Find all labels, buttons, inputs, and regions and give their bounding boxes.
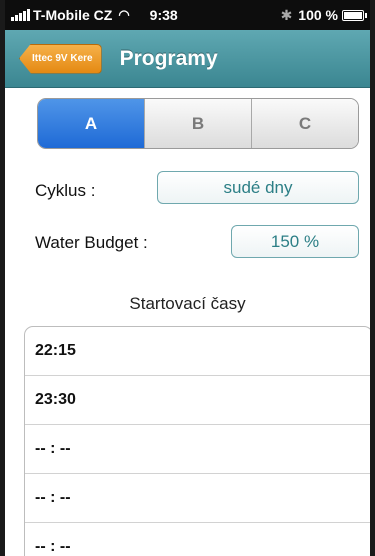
signal-icon bbox=[11, 9, 30, 21]
program-segmented-control: A B C bbox=[37, 98, 359, 149]
segment-c[interactable]: C bbox=[251, 99, 358, 148]
status-time: 9:38 bbox=[149, 7, 178, 23]
bluetooth-icon: ✱ bbox=[280, 6, 293, 23]
water-budget-label: Water Budget : bbox=[35, 233, 148, 252]
start-time-row-3[interactable]: -- : -- bbox=[25, 425, 370, 474]
segment-b[interactable]: B bbox=[144, 99, 251, 148]
battery-percent: 100 % bbox=[298, 7, 338, 23]
cycle-field[interactable]: sudé dny bbox=[157, 171, 359, 204]
start-time-row-1[interactable]: 22:15 bbox=[25, 327, 370, 376]
phone-screen: T-Mobile CZ ◠ 9:38 ✱ 100 % Ittec 9V Kere… bbox=[0, 0, 375, 556]
cycle-label: Cyklus : bbox=[35, 181, 96, 200]
start-time-row-2[interactable]: 23:30 bbox=[25, 376, 370, 425]
navigation-bar: Ittec 9V Kere Programy bbox=[5, 30, 370, 88]
start-time-row-5[interactable]: -- : -- bbox=[25, 523, 370, 556]
start-time-row-4[interactable]: -- : -- bbox=[25, 474, 370, 523]
back-button[interactable]: Ittec 9V Kere bbox=[19, 43, 102, 74]
status-bar: T-Mobile CZ ◠ 9:38 ✱ 100 % bbox=[5, 0, 370, 30]
wifi-icon: ◠ bbox=[118, 7, 130, 22]
start-times-list: 22:15 23:30 -- : -- -- : -- -- : -- bbox=[24, 326, 370, 556]
water-budget-field[interactable]: 150 % bbox=[231, 225, 359, 258]
battery-icon bbox=[342, 9, 367, 21]
carrier-name: T-Mobile CZ bbox=[33, 7, 113, 23]
segment-a[interactable]: A bbox=[38, 99, 144, 148]
page-title: Programy bbox=[119, 46, 218, 70]
start-times-title: Startovací časy bbox=[129, 294, 246, 313]
